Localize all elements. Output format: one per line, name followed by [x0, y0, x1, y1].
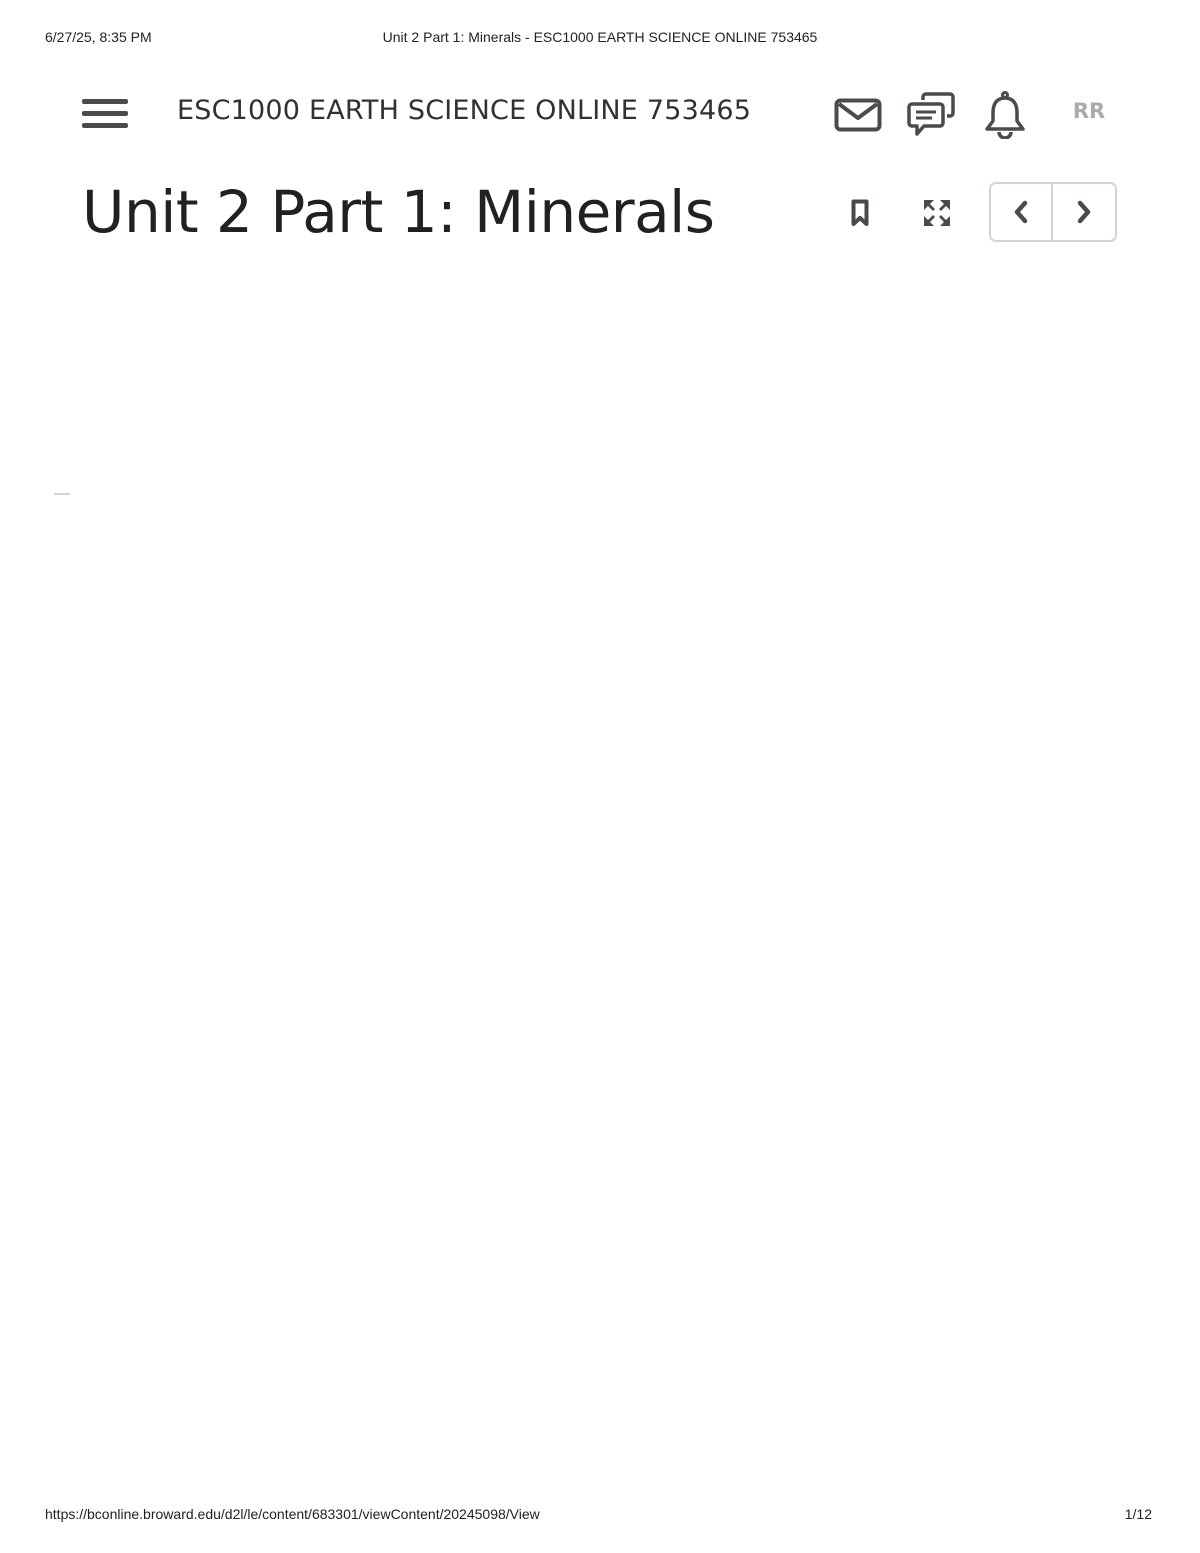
print-page-indicator: 1/12: [1124, 1506, 1152, 1522]
chat-icon[interactable]: [906, 90, 956, 140]
course-title[interactable]: ESC1000 EARTH SCIENCE ONLINE 753465: [177, 95, 751, 126]
course-navbar: ESC1000 EARTH SCIENCE ONLINE 753465 RR: [0, 80, 1200, 150]
divider-mark: [54, 493, 70, 495]
print-document-title: Unit 2 Part 1: Minerals - ESC1000 EARTH …: [382, 29, 818, 45]
print-footer: https://bconline.broward.edu/d2l/le/cont…: [0, 1506, 1200, 1526]
bell-icon[interactable]: [980, 90, 1030, 140]
hamburger-menu-icon[interactable]: [82, 99, 128, 131]
print-url: https://bconline.broward.edu/d2l/le/cont…: [45, 1506, 540, 1522]
page-title: Unit 2 Part 1: Minerals: [82, 178, 715, 246]
bookmark-icon[interactable]: [840, 193, 880, 233]
user-avatar[interactable]: RR: [1063, 99, 1115, 129]
print-header: 6/27/25, 8:35 PM Unit 2 Part 1: Minerals…: [0, 29, 1200, 49]
fullscreen-icon[interactable]: [917, 193, 957, 233]
mail-icon[interactable]: [833, 90, 883, 140]
chevron-left-icon: [1014, 200, 1028, 224]
previous-topic-button[interactable]: [991, 184, 1053, 240]
next-topic-button[interactable]: [1053, 184, 1115, 240]
chevron-right-icon: [1077, 200, 1091, 224]
topic-pager: [989, 182, 1117, 242]
